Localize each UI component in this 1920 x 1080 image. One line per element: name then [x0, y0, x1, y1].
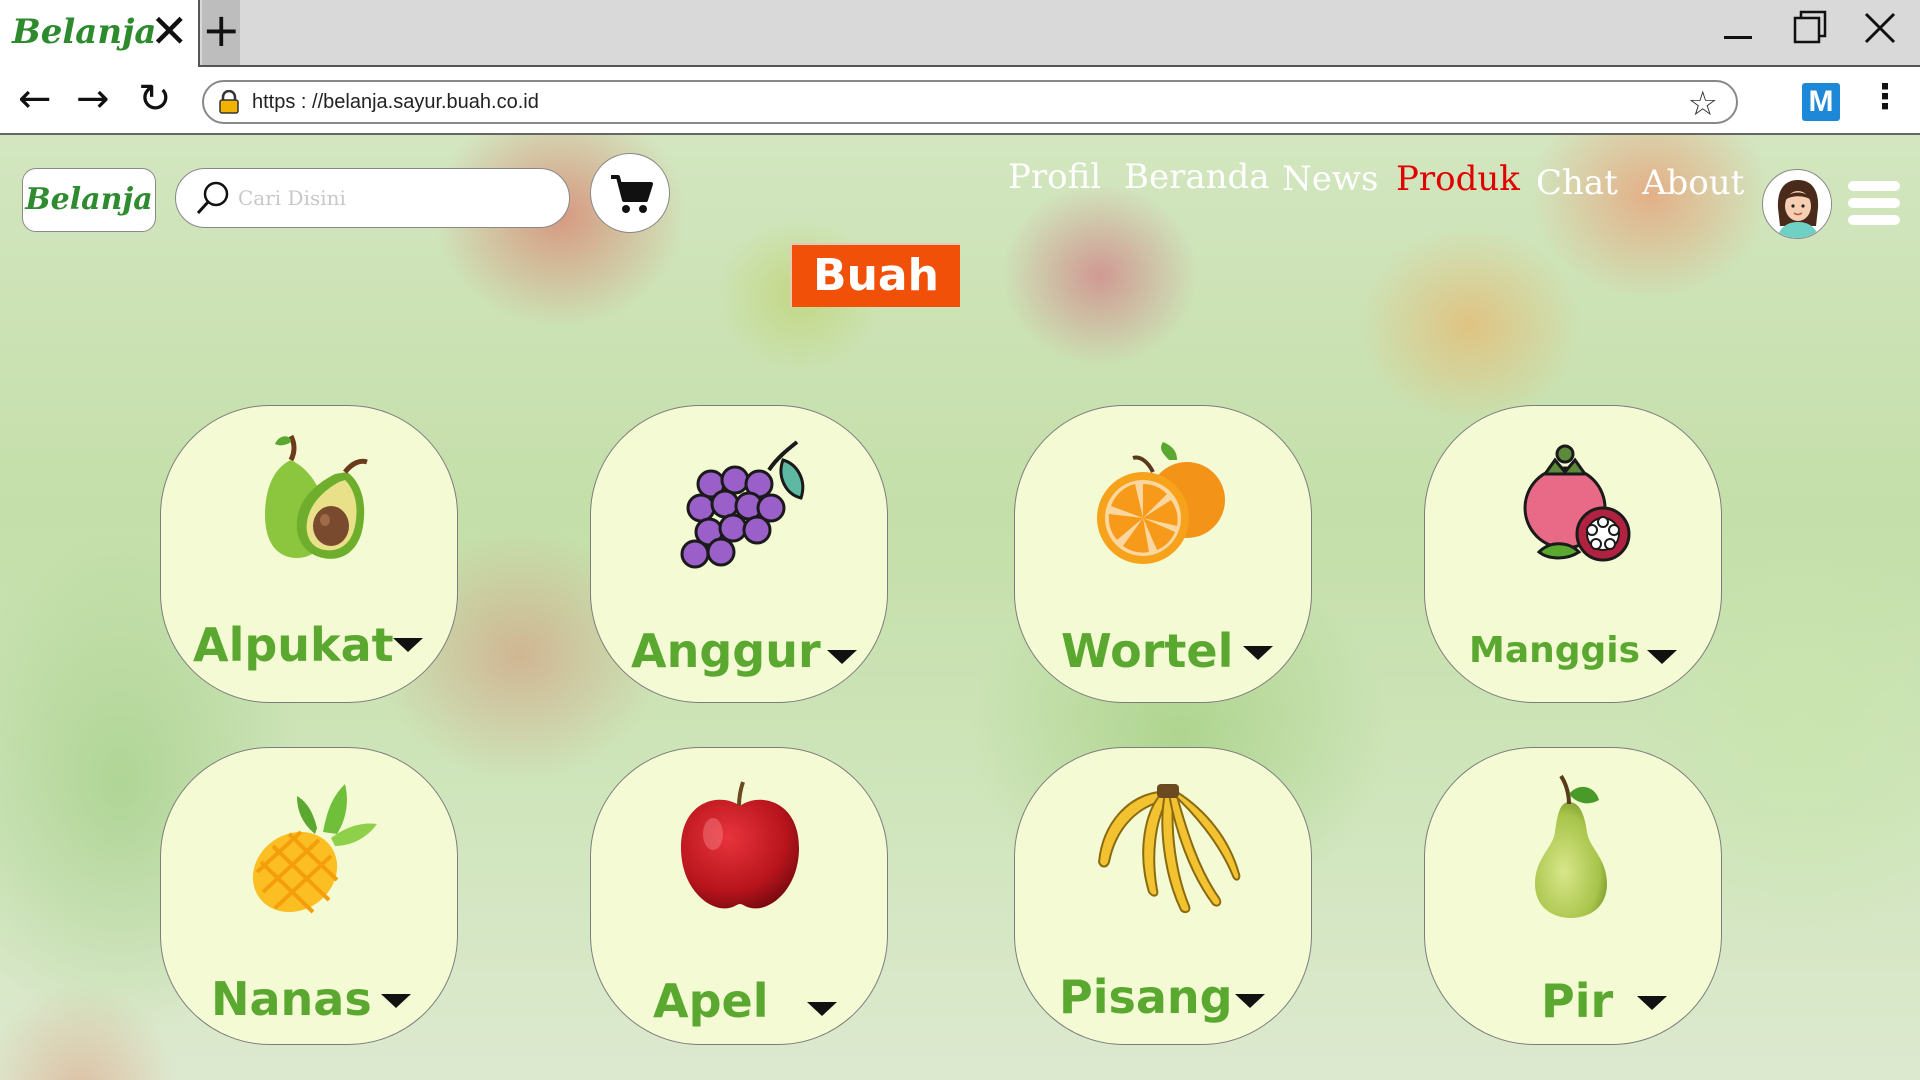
pineapple-icon — [252, 784, 377, 914]
restore-icon[interactable] — [1792, 8, 1828, 59]
tab-close-icon[interactable]: ✕ — [150, 8, 189, 54]
menu-item-profil[interactable]: Profil — [1008, 157, 1101, 197]
product-card-wortel[interactable]: Wortel — [1014, 405, 1312, 703]
product-label: Nanas — [211, 972, 372, 1026]
product-label: Pisang — [1059, 970, 1233, 1024]
chevron-down-icon[interactable] — [807, 1002, 837, 1016]
user-avatar[interactable] — [1762, 169, 1832, 239]
product-card-manggis[interactable]: Manggis — [1424, 405, 1722, 703]
product-label: Apel — [653, 974, 769, 1028]
menu-item-beranda[interactable]: Beranda — [1124, 157, 1270, 197]
product-card-anggur[interactable]: Anggur — [590, 405, 888, 703]
user-avatar-icon — [1764, 171, 1831, 238]
pear-icon — [1535, 774, 1607, 918]
browser-tabbar: Belanja ✕ + — [0, 0, 1920, 67]
minimize-icon[interactable] — [1722, 8, 1754, 59]
menu-item-produk[interactable]: Produk — [1396, 159, 1520, 199]
chevron-down-icon[interactable] — [1243, 646, 1273, 660]
product-label: Alpukat — [193, 618, 394, 672]
url-text[interactable]: https : //belanja.sayur.buah.co.id — [252, 91, 539, 114]
browser-menu-icon[interactable]: ⋮ — [1868, 77, 1902, 117]
menu-item-chat[interactable]: Chat — [1536, 163, 1618, 203]
orange-icon — [1097, 442, 1225, 564]
forward-icon[interactable]: → — [76, 77, 110, 121]
chevron-down-icon[interactable] — [393, 638, 423, 652]
window-close-icon[interactable] — [1862, 8, 1898, 59]
new-tab-icon[interactable]: + — [202, 0, 241, 65]
mangosteen-icon — [1523, 444, 1631, 562]
chevron-down-icon[interactable] — [1637, 996, 1667, 1010]
apple-icon — [681, 781, 799, 909]
chevron-down-icon[interactable] — [1647, 650, 1677, 664]
back-icon[interactable]: ← — [18, 77, 52, 121]
chevron-down-icon[interactable] — [381, 994, 411, 1008]
extension-icon[interactable]: M — [1802, 83, 1840, 121]
chevron-down-icon[interactable] — [827, 650, 857, 664]
product-label: Anggur — [631, 624, 821, 678]
product-label: Pir — [1541, 974, 1614, 1028]
product-card-alpukat[interactable]: Alpukat — [160, 405, 458, 703]
reload-icon[interactable]: ↻ — [138, 77, 172, 121]
menu-item-news[interactable]: News — [1282, 159, 1378, 199]
page-viewport: Belanja Profil Beranda News Produk Chat … — [0, 135, 1920, 1080]
menu-item-about[interactable]: About — [1642, 163, 1744, 203]
hamburger-menu-icon[interactable] — [1848, 181, 1900, 227]
browser-tab[interactable]: Belanja ✕ — [0, 0, 200, 67]
banana-icon — [1097, 784, 1241, 914]
browser-navbar: ← → ↻ https : //belanja.sayur.buah.co.id… — [0, 67, 1920, 135]
grapes-icon — [680, 440, 805, 569]
address-bar[interactable]: https : //belanja.sayur.buah.co.id ☆ — [202, 80, 1738, 124]
lock-icon — [219, 90, 239, 114]
product-label: Wortel — [1061, 624, 1234, 678]
product-card-pisang[interactable]: Pisang — [1014, 747, 1312, 1045]
product-card-nanas[interactable]: Nanas — [160, 747, 458, 1045]
bookmark-star-icon[interactable]: ☆ — [1688, 84, 1718, 124]
main-menu: Profil Beranda News Produk Chat About — [0, 155, 1920, 239]
chevron-down-icon[interactable] — [1235, 994, 1265, 1008]
tab-title: Belanja — [12, 12, 157, 52]
product-label: Manggis — [1469, 630, 1641, 671]
product-card-pir[interactable]: Pir — [1424, 747, 1722, 1045]
section-title: Buah — [790, 243, 960, 307]
avocado-icon — [265, 434, 368, 559]
product-card-apel[interactable]: Apel — [590, 747, 888, 1045]
